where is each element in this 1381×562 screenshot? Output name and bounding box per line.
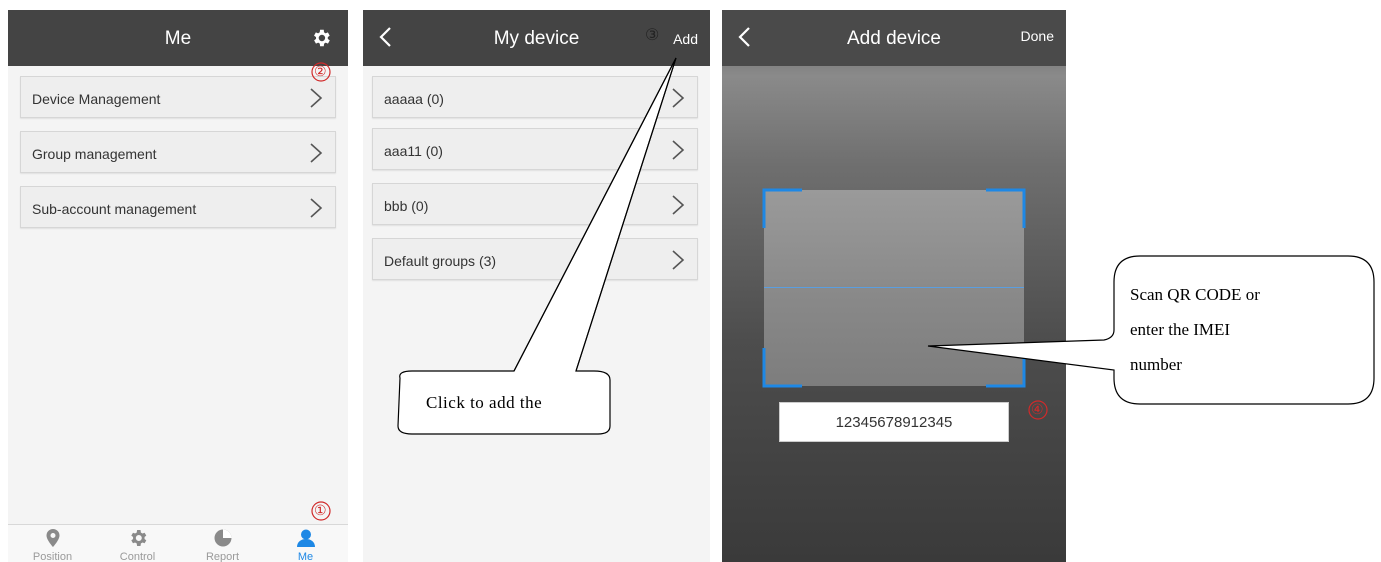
step-4-marker: ④ — [1031, 402, 1044, 418]
callout-scan-line1: Scan QR CODE or — [1130, 285, 1260, 304]
step-3-marker: ③ — [645, 25, 660, 44]
callout-scan-line3: number — [1130, 355, 1182, 374]
step-2-marker: ② — [314, 64, 327, 80]
callout-scan-line2: enter the IMEI — [1130, 320, 1231, 339]
step-1-marker: ① — [314, 503, 327, 519]
callout-add-text: Click to add the — [426, 393, 543, 412]
